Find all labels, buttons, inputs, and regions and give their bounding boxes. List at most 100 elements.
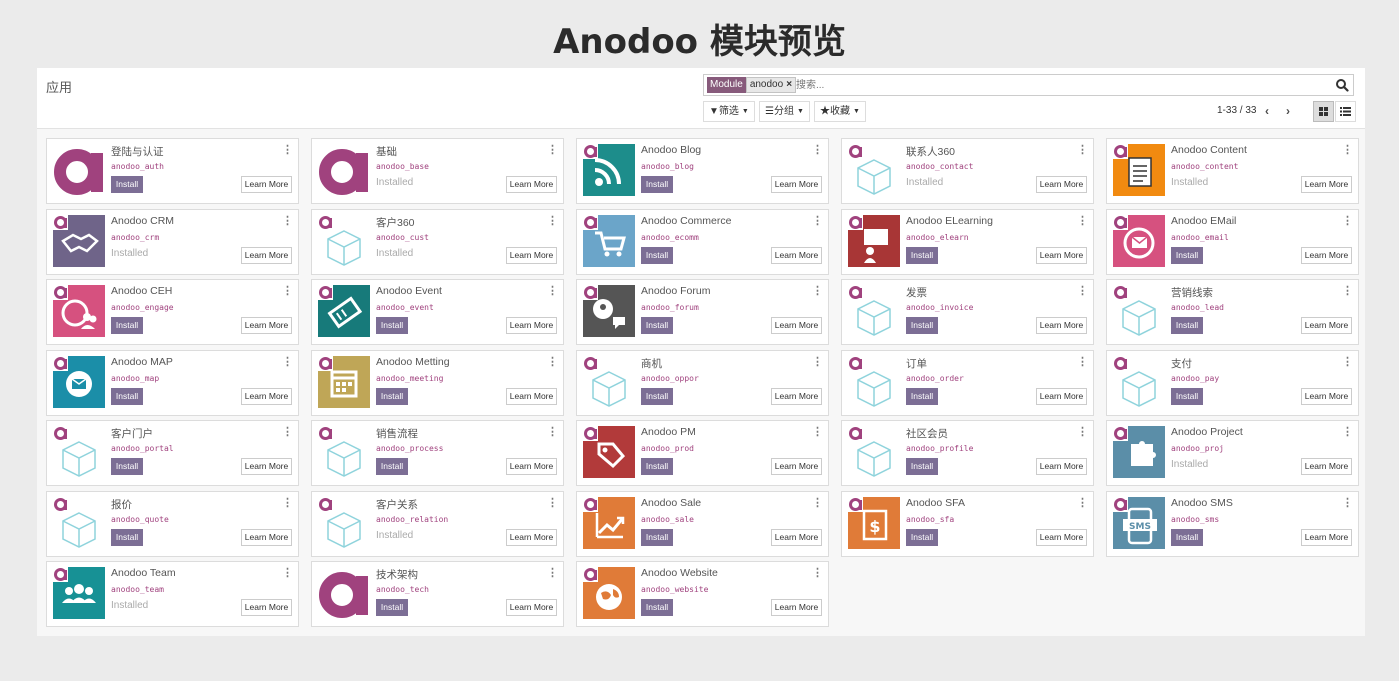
kanban-view-button[interactable] bbox=[1313, 101, 1334, 122]
learn-more-button[interactable]: Learn More bbox=[506, 317, 557, 334]
kebab-menu-icon[interactable]: ⋮ bbox=[547, 214, 558, 227]
module-card[interactable]: Anodoo PM anodoo_prod Install Learn More ⋮ bbox=[576, 420, 829, 486]
group-by-dropdown[interactable]: ☰分组 ▼ bbox=[759, 101, 810, 122]
install-button[interactable]: Install bbox=[376, 387, 408, 405]
module-card[interactable]: 发票 anodoo_invoice Install Learn More ⋮ bbox=[841, 279, 1094, 345]
list-view-button[interactable] bbox=[1335, 101, 1356, 122]
filter-dropdown[interactable]: ▼筛选 ▼ bbox=[703, 101, 755, 122]
module-card[interactable]: Anodoo Team anodoo_team Installed Learn Mor… bbox=[46, 561, 299, 627]
learn-more-button[interactable]: Learn More bbox=[241, 528, 292, 546]
learn-more-button[interactable]: Learn More bbox=[241, 599, 292, 616]
install-button[interactable]: Install bbox=[376, 458, 408, 475]
learn-more-button[interactable]: Learn More bbox=[506, 246, 557, 264]
search-facet[interactable]: Module anodoo × bbox=[707, 77, 797, 93]
module-card[interactable]: $ Anodoo SFA anodoo_sfa Install Learn More ⋮ bbox=[841, 490, 1094, 557]
module-card[interactable]: 技术架构 anodoo_tech Install Learn More ⋮ bbox=[311, 561, 564, 627]
module-card[interactable]: SMS Anodoo SMS anodoo_sms Install Learn More… bbox=[1106, 490, 1359, 557]
install-button[interactable]: Install bbox=[906, 458, 938, 475]
facet-remove-icon[interactable]: × bbox=[786, 79, 792, 90]
learn-more-button[interactable]: Learn More bbox=[1036, 246, 1087, 264]
module-card[interactable]: Anodoo Blog anodoo_blog Install Learn More ⋮ bbox=[576, 138, 829, 204]
learn-more-button[interactable]: Learn More bbox=[1301, 176, 1352, 193]
install-button[interactable]: Install bbox=[111, 458, 143, 475]
kebab-menu-icon[interactable]: ⋮ bbox=[1077, 425, 1088, 438]
install-button[interactable]: Install bbox=[1171, 317, 1203, 334]
pager-previous-button[interactable]: ‹ bbox=[1265, 104, 1269, 118]
module-card[interactable]: 销售流程 anodoo_process Install Learn More ⋮ bbox=[311, 420, 564, 486]
module-card[interactable]: 商机 anodoo_oppor Install Learn More ⋮ bbox=[576, 349, 829, 416]
learn-more-button[interactable]: Learn More bbox=[1301, 458, 1352, 475]
learn-more-button[interactable]: Learn More bbox=[771, 317, 822, 334]
module-card[interactable]: 登陆与认证 anodoo_auth Install Learn More ⋮ bbox=[46, 138, 299, 204]
module-card[interactable]: 基础 anodoo_base Installed Learn More ⋮ bbox=[311, 138, 564, 204]
kebab-menu-icon[interactable]: ⋮ bbox=[282, 143, 293, 156]
learn-more-button[interactable]: Learn More bbox=[771, 176, 822, 193]
kebab-menu-icon[interactable]: ⋮ bbox=[812, 566, 823, 579]
install-button[interactable]: Install bbox=[641, 528, 673, 546]
install-button[interactable]: Install bbox=[641, 246, 673, 264]
learn-more-button[interactable]: Learn More bbox=[1301, 528, 1352, 546]
module-card[interactable]: 客户360 anodoo_cust Installed Learn More ⋮ bbox=[311, 208, 564, 275]
module-card[interactable]: Anodoo Content anodoo_content Installed Lea… bbox=[1106, 138, 1359, 204]
module-card[interactable]: Anodoo Forum anodoo_forum Install Learn Mor… bbox=[576, 279, 829, 345]
kebab-menu-icon[interactable]: ⋮ bbox=[1342, 496, 1353, 509]
install-button[interactable]: Install bbox=[641, 458, 673, 475]
install-button[interactable]: Install bbox=[111, 317, 143, 334]
module-card[interactable]: 订单 anodoo_order Install Learn More ⋮ bbox=[841, 349, 1094, 416]
kebab-menu-icon[interactable]: ⋮ bbox=[282, 425, 293, 438]
module-card[interactable]: Anodoo Project anodoo_proj Installed Learn … bbox=[1106, 420, 1359, 486]
module-card[interactable]: Anodoo Event anodoo_event Install Learn Mor… bbox=[311, 279, 564, 345]
kebab-menu-icon[interactable]: ⋮ bbox=[812, 425, 823, 438]
module-card[interactable]: Anodoo Metting anodoo_meeting Install Learn… bbox=[311, 349, 564, 416]
search-icon[interactable] bbox=[1335, 78, 1349, 92]
kebab-menu-icon[interactable]: ⋮ bbox=[812, 143, 823, 156]
module-card[interactable]: Anodoo CEH anodoo_engage Install Learn More… bbox=[46, 279, 299, 345]
module-card[interactable]: 社区会员 anodoo_profile Install Learn More ⋮ bbox=[841, 420, 1094, 486]
learn-more-button[interactable]: Learn More bbox=[1301, 387, 1352, 405]
learn-more-button[interactable]: Learn More bbox=[1036, 528, 1087, 546]
kebab-menu-icon[interactable]: ⋮ bbox=[812, 284, 823, 297]
module-card[interactable]: 客户关系 anodoo_relation Installed Learn More ⋮ bbox=[311, 490, 564, 557]
kebab-menu-icon[interactable]: ⋮ bbox=[812, 214, 823, 227]
install-button[interactable]: Install bbox=[906, 317, 938, 334]
kebab-menu-icon[interactable]: ⋮ bbox=[1077, 496, 1088, 509]
kebab-menu-icon[interactable]: ⋮ bbox=[547, 496, 558, 509]
module-card[interactable]: 联系人360 anodoo_contact Installed Learn More ⋮ bbox=[841, 138, 1094, 204]
module-card[interactable]: 支付 anodoo_pay Install Learn More ⋮ bbox=[1106, 349, 1359, 416]
install-button[interactable]: Install bbox=[906, 528, 938, 546]
search-bar[interactable]: Module anodoo × bbox=[703, 74, 1354, 96]
learn-more-button[interactable]: Learn More bbox=[506, 528, 557, 546]
kebab-menu-icon[interactable]: ⋮ bbox=[547, 284, 558, 297]
kebab-menu-icon[interactable]: ⋮ bbox=[282, 566, 293, 579]
learn-more-button[interactable]: Learn More bbox=[241, 176, 292, 193]
kebab-menu-icon[interactable]: ⋮ bbox=[547, 425, 558, 438]
install-button[interactable]: Install bbox=[641, 387, 673, 405]
kebab-menu-icon[interactable]: ⋮ bbox=[547, 566, 558, 579]
module-card[interactable]: 报价 anodoo_quote Install Learn More ⋮ bbox=[46, 490, 299, 557]
learn-more-button[interactable]: Learn More bbox=[771, 599, 822, 616]
install-button[interactable]: Install bbox=[641, 176, 673, 193]
kebab-menu-icon[interactable]: ⋮ bbox=[547, 355, 558, 368]
install-button[interactable]: Install bbox=[376, 317, 408, 334]
learn-more-button[interactable]: Learn More bbox=[1036, 176, 1087, 193]
kebab-menu-icon[interactable]: ⋮ bbox=[1342, 143, 1353, 156]
module-card[interactable]: Anodoo EMail anodoo_email Install Learn Mor… bbox=[1106, 208, 1359, 275]
install-button[interactable]: Install bbox=[111, 176, 143, 193]
pager-value[interactable]: 1-33 / 33 bbox=[1217, 105, 1256, 116]
learn-more-button[interactable]: Learn More bbox=[771, 246, 822, 264]
module-card[interactable]: Anodoo Website anodoo_website Install Learn… bbox=[576, 561, 829, 627]
kebab-menu-icon[interactable]: ⋮ bbox=[1077, 143, 1088, 156]
install-button[interactable]: Install bbox=[1171, 387, 1203, 405]
learn-more-button[interactable]: Learn More bbox=[506, 387, 557, 405]
install-button[interactable]: Install bbox=[641, 317, 673, 334]
kebab-menu-icon[interactable]: ⋮ bbox=[1342, 425, 1353, 438]
kebab-menu-icon[interactable]: ⋮ bbox=[1077, 355, 1088, 368]
install-button[interactable]: Install bbox=[1171, 246, 1203, 264]
install-button[interactable]: Install bbox=[906, 246, 938, 264]
install-button[interactable]: Install bbox=[111, 528, 143, 546]
module-card[interactable]: 营销线索 anodoo_lead Install Learn More ⋮ bbox=[1106, 279, 1359, 345]
learn-more-button[interactable]: Learn More bbox=[506, 599, 557, 616]
module-card[interactable]: Anodoo CRM anodoo_crm Installed Learn More ⋮ bbox=[46, 208, 299, 275]
learn-more-button[interactable]: Learn More bbox=[506, 458, 557, 475]
install-button[interactable]: Install bbox=[641, 599, 673, 616]
